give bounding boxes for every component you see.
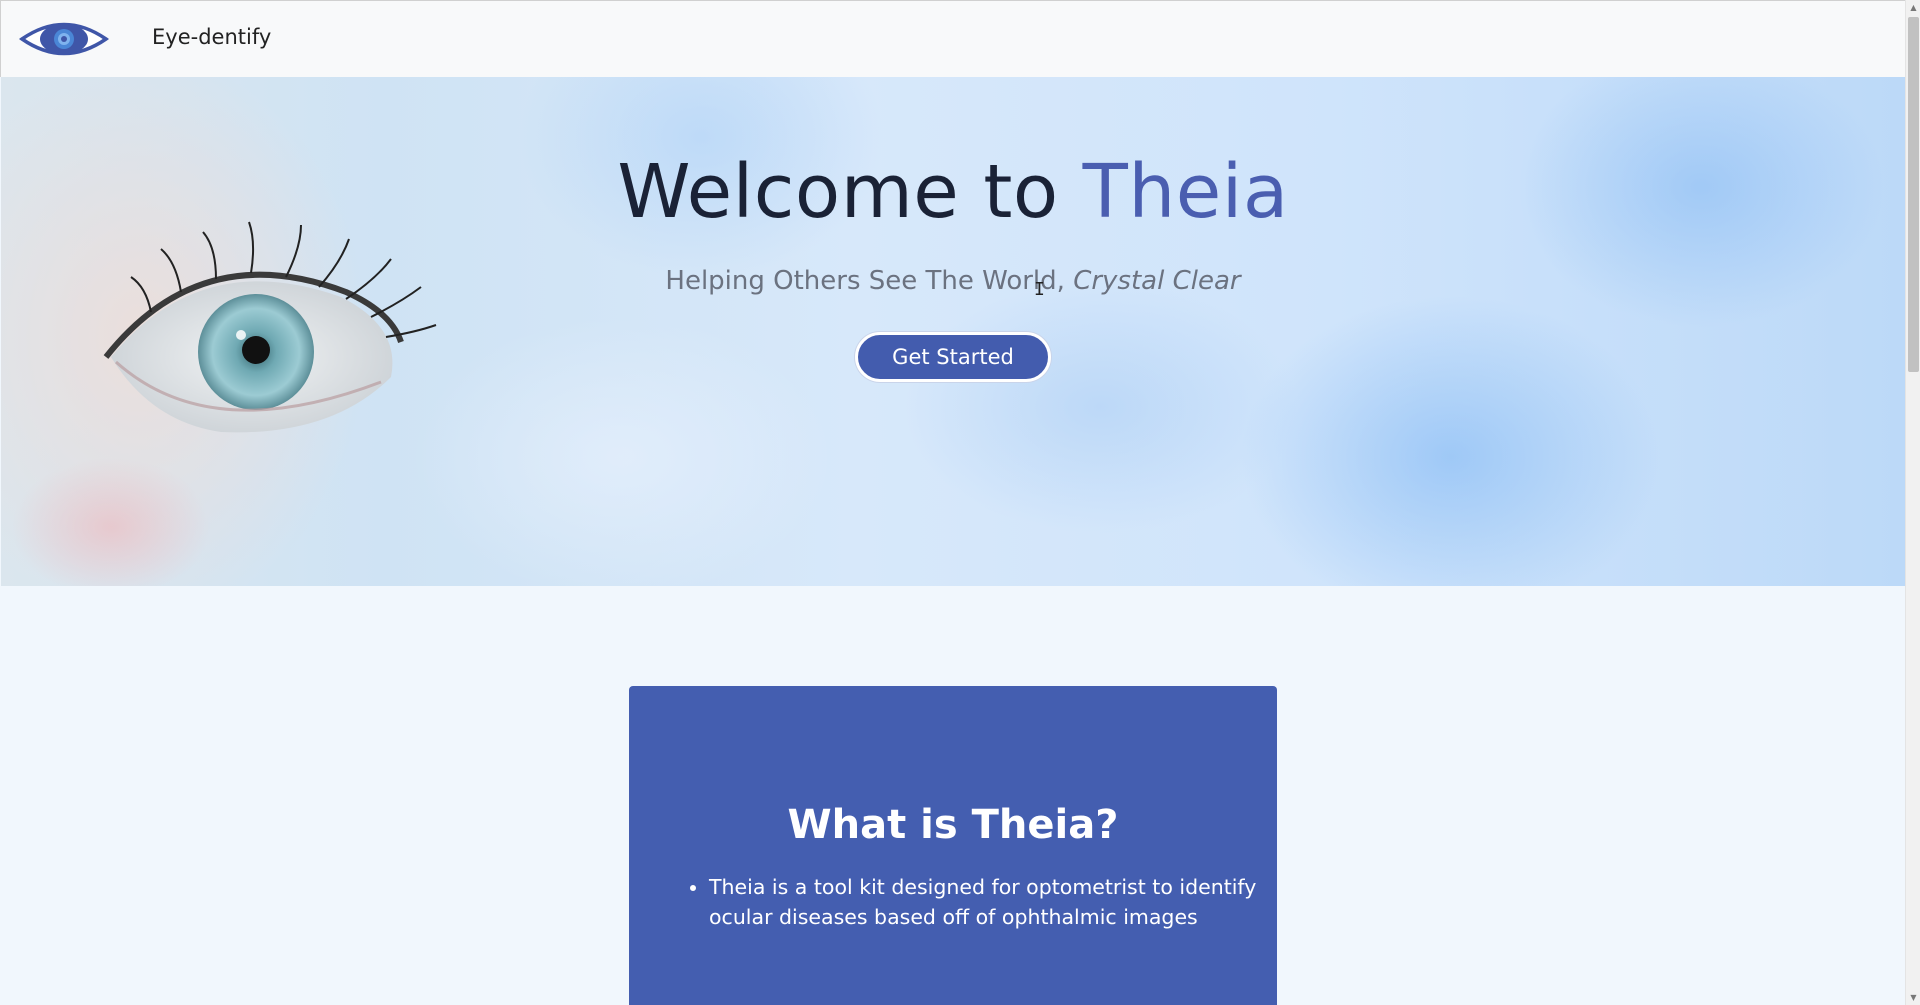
what-is-card: What is Theia? Theia is a tool kit desig… xyxy=(629,686,1277,1005)
scrollbar-thumb[interactable] xyxy=(1908,17,1919,372)
hero-title-prefix: Welcome to xyxy=(617,149,1083,235)
page: Eye-dentify Welcome to Theia Helping Oth… xyxy=(0,0,1920,1005)
vertical-scrollbar[interactable]: ▲ ▼ xyxy=(1905,0,1920,1005)
hero-title: Welcome to Theia xyxy=(1,149,1905,235)
hero-subtitle: Helping Others See The World, Crystal Cl… xyxy=(1,266,1905,296)
text-cursor-icon: I xyxy=(1034,279,1045,300)
scroll-down-arrow-icon[interactable]: ▼ xyxy=(1906,990,1920,1005)
brand-link[interactable]: Eye-dentify xyxy=(152,25,271,49)
hero-subtitle-plain: Helping Others See The World, xyxy=(665,266,1074,296)
what-is-title: What is Theia? xyxy=(787,802,1119,848)
hero-title-accent: Theia xyxy=(1082,149,1289,235)
hero-subtitle-italic: Crystal Clear xyxy=(1073,266,1241,296)
list-item: Theia is a tool kit designed for optomet… xyxy=(709,872,1269,932)
hero-section: Welcome to Theia Helping Others See The … xyxy=(1,77,1905,586)
navbar: Eye-dentify xyxy=(0,0,1905,77)
eye-logo-icon[interactable] xyxy=(19,18,109,60)
what-is-list: Theia is a tool kit designed for optomet… xyxy=(685,872,1269,932)
scroll-up-arrow-icon[interactable]: ▲ xyxy=(1906,0,1920,15)
get-started-button[interactable]: Get Started xyxy=(855,332,1051,382)
hero-eye-image xyxy=(103,221,437,433)
